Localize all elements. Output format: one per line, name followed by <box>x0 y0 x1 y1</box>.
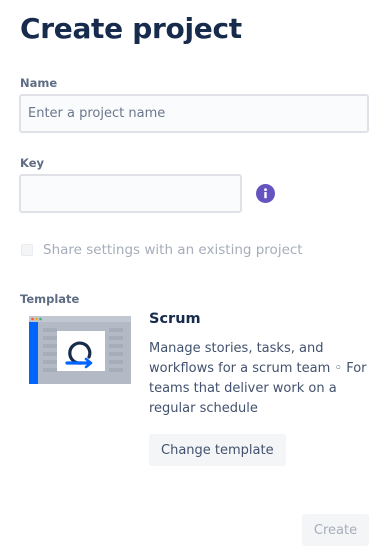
page-title: Create project <box>20 12 242 45</box>
name-label: Name <box>20 76 58 90</box>
project-name-input[interactable] <box>19 94 369 133</box>
change-template-button[interactable]: Change template <box>149 434 286 466</box>
template-name: Scrum <box>149 311 201 327</box>
scrum-template-illustration <box>29 316 131 384</box>
create-button[interactable]: Create <box>302 514 369 546</box>
project-key-input[interactable] <box>19 174 242 213</box>
template-description: Manage stories, tasks, and workflows for… <box>149 341 367 416</box>
key-label: Key <box>20 156 45 170</box>
share-settings-label: Share settings with an existing project <box>43 242 303 258</box>
info-icon[interactable] <box>256 184 275 203</box>
share-settings-checkbox[interactable] <box>21 244 33 256</box>
template-label: Template <box>20 292 80 306</box>
